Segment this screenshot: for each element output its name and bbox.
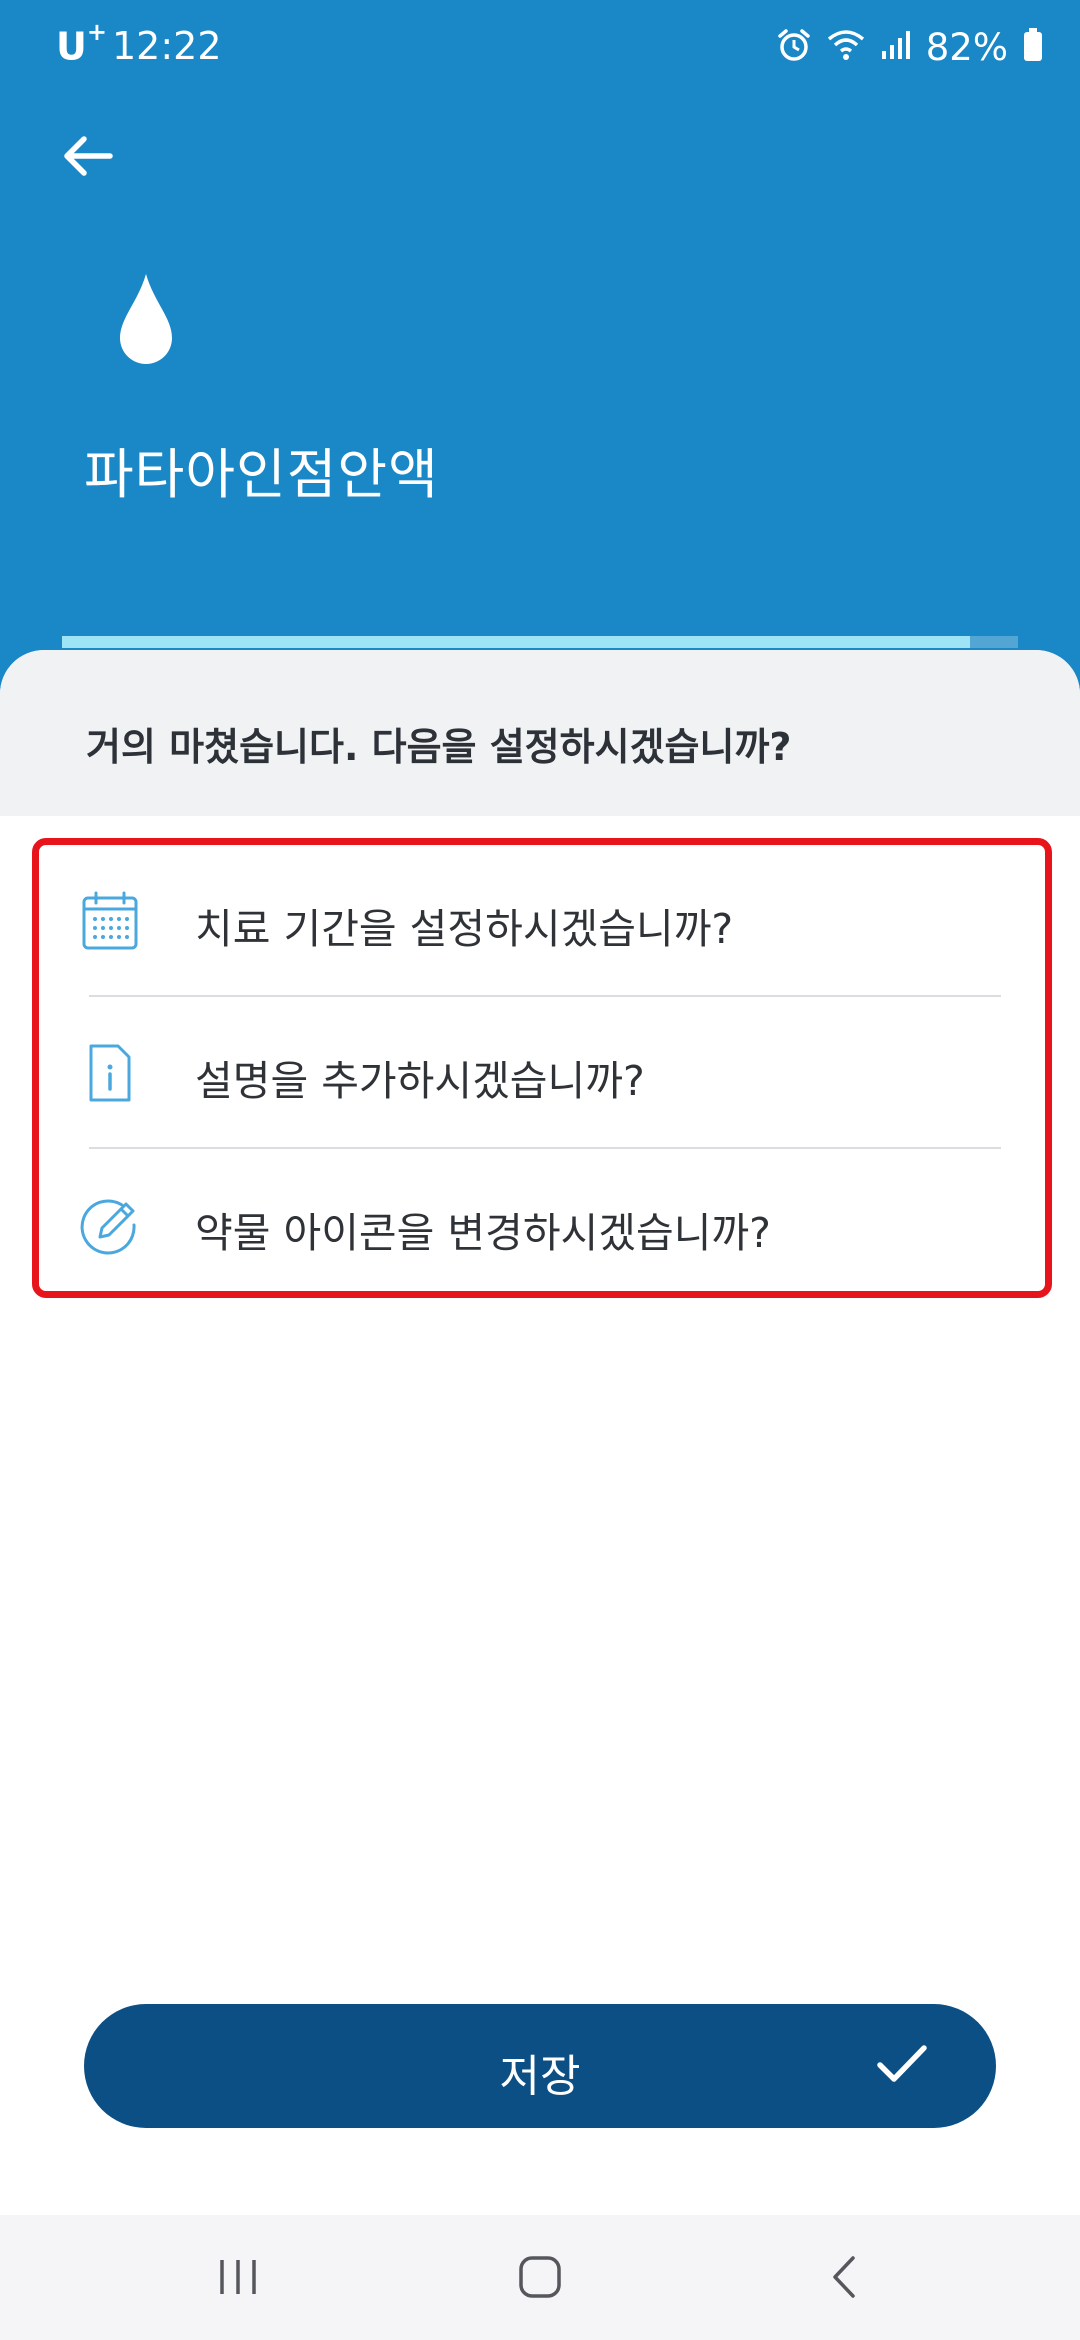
options-sheet: 거의 마쳤습니다. 다음을 설정하시겠습니까? 치료 기간을 설정하시겠습니까? bbox=[0, 650, 1080, 2215]
sheet-heading: 거의 마쳤습니다. 다음을 설정하시겠습니까? bbox=[86, 725, 792, 769]
alarm-icon bbox=[776, 27, 812, 67]
progress-bar bbox=[62, 636, 1018, 648]
drop-icon bbox=[116, 272, 176, 372]
edit-pencil-icon bbox=[79, 1194, 141, 1256]
save-button-label: 저장 bbox=[499, 2051, 581, 2102]
option-change-icon[interactable]: 약물 아이콘을 변경하시겠습니까? bbox=[39, 1149, 1045, 1299]
status-time: 12:22 bbox=[112, 24, 222, 68]
option-label: 설명을 추가하시겠습니까? bbox=[195, 1057, 645, 1105]
option-label: 약물 아이콘을 변경하시겠습니까? bbox=[195, 1209, 771, 1257]
back-button[interactable] bbox=[52, 120, 124, 192]
battery-icon bbox=[1022, 27, 1044, 67]
nav-back-button[interactable] bbox=[804, 2245, 884, 2309]
wifi-icon bbox=[826, 27, 866, 67]
options-highlight-box: 치료 기간을 설정하시겠습니까? 설명을 추가하시겠습니까? 약물 아이콘을 변… bbox=[32, 838, 1052, 1298]
recent-apps-icon bbox=[220, 2260, 256, 2294]
carrier-label: U+ bbox=[56, 18, 107, 69]
header: U+ 12:22 82% 파타아인점안액 bbox=[0, 0, 1080, 700]
recent-apps-button[interactable] bbox=[198, 2245, 278, 2309]
calendar-icon bbox=[79, 890, 141, 952]
home-icon bbox=[519, 2256, 561, 2298]
check-icon bbox=[876, 2042, 928, 2090]
home-button[interactable] bbox=[500, 2245, 580, 2309]
option-treatment-period[interactable]: 치료 기간을 설정하시겠습니까? bbox=[39, 845, 1045, 995]
status-icons: 82% bbox=[776, 22, 1044, 72]
progress-fill bbox=[62, 636, 971, 648]
info-document-icon bbox=[79, 1042, 141, 1104]
battery-percent: 82% bbox=[925, 25, 1008, 69]
back-icon bbox=[833, 2256, 855, 2298]
back-arrow-icon bbox=[64, 136, 113, 176]
system-nav-bar bbox=[0, 2215, 1080, 2340]
medication-name: 파타아인점안액 bbox=[84, 443, 439, 506]
status-bar: U+ 12:22 82% bbox=[0, 0, 1080, 96]
sheet-header: 거의 마쳤습니다. 다음을 설정하시겠습니까? bbox=[0, 650, 1080, 816]
signal-icon bbox=[880, 29, 912, 65]
option-add-description[interactable]: 설명을 추가하시겠습니까? bbox=[39, 997, 1045, 1147]
option-label: 치료 기간을 설정하시겠습니까? bbox=[195, 905, 734, 953]
save-button[interactable]: 저장 bbox=[84, 2004, 996, 2128]
